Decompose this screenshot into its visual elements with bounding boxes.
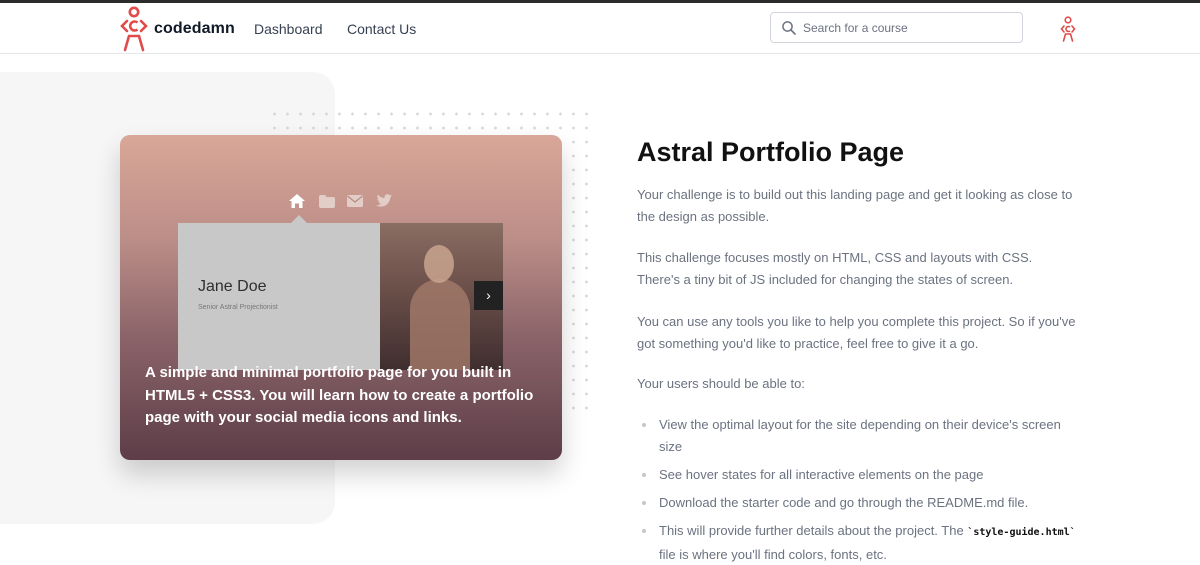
user-avatar-icon[interactable] [1059, 16, 1077, 42]
preview-subtitle: Senior Astral Projectionist [198, 304, 278, 311]
search-icon [782, 21, 796, 35]
nav-contact-link[interactable]: Contact Us [347, 21, 416, 37]
list-item: View the optimal layout for the site dep… [637, 414, 1087, 458]
codedamn-logo-icon[interactable] [118, 6, 150, 52]
project-preview-card: Jane Doe Senior Astral Projectionist › A… [120, 135, 562, 460]
photo-figure-head [424, 245, 454, 283]
brand-name[interactable]: codedamn [154, 20, 235, 38]
preview-name: Jane Doe [198, 278, 267, 295]
paragraph-tools: You can use any tools you like to help y… [637, 314, 1076, 351]
code-snippet: `style-guide.html` [967, 527, 1076, 538]
list-item: See hover states for all interactive ele… [637, 464, 1087, 486]
home-icon [289, 194, 305, 208]
requirements-list: View the optimal layout for the site dep… [637, 414, 1087, 565]
preview-profile-panel: Jane Doe Senior Astral Projectionist [178, 223, 380, 370]
chevron-right-icon: › [474, 281, 503, 310]
page-title: Astral Portfolio Page [637, 137, 905, 167]
nav-dashboard-link[interactable]: Dashboard [254, 21, 323, 37]
list-item: Download the starter code and go through… [637, 492, 1087, 514]
paragraph-focus: This challenge focuses mostly on HTML, C… [637, 250, 1033, 287]
list-item-text-after: file is where you'll find colors, fonts,… [659, 547, 887, 562]
twitter-icon [376, 194, 392, 207]
envelope-icon [347, 195, 363, 207]
card-caption: A simple and minimal portfolio page for … [145, 364, 534, 426]
list-item: This will provide further details about … [637, 520, 1087, 565]
paragraph-users: Your users should be able to: [637, 376, 805, 391]
folder-icon [319, 195, 335, 208]
paragraph-intro: Your challenge is to build out this land… [637, 187, 1073, 224]
navbar: codedamn Dashboard Contact Us [0, 3, 1200, 54]
search-box[interactable] [770, 12, 1023, 43]
photo-figure-body [410, 279, 470, 370]
list-item-text-before: This will provide further details about … [659, 523, 968, 538]
search-input[interactable] [803, 19, 1013, 37]
